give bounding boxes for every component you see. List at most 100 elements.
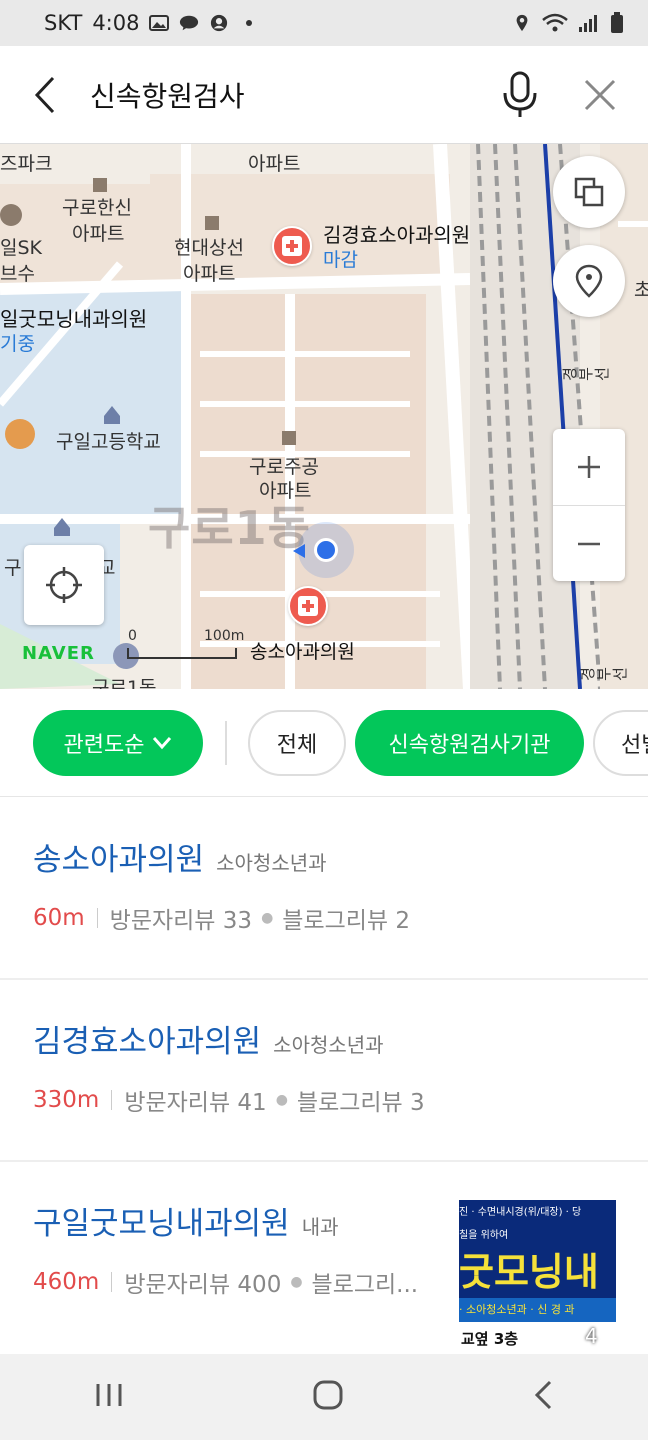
microphone-icon <box>503 71 537 117</box>
result-item[interactable]: 송소아과의원 소아청소년과 60m 방문자리뷰 33 ● 블로그리뷰 2 <box>0 798 648 980</box>
zoom-in-button[interactable] <box>553 429 625 505</box>
visitor-reviews: 방문자리뷰 400 <box>124 1272 282 1298</box>
filter-chip-screening[interactable]: 선별 <box>593 710 648 776</box>
result-distance: 460m <box>33 1269 100 1295</box>
result-name[interactable]: 구일굿모닝내과의원 <box>33 1198 290 1243</box>
map-label-iljsk: 일SK <box>0 237 43 259</box>
chip-divider <box>225 721 227 765</box>
thumb-line-3: 굿모닝내 <box>459 1246 616 1298</box>
map-label-song-clinic[interactable]: 송소아과의원 <box>250 640 355 664</box>
result-category: 소아청소년과 <box>216 851 327 875</box>
voice-search-button[interactable] <box>480 46 560 144</box>
sort-dropdown[interactable]: 관련도순 <box>33 710 203 776</box>
map-label-guil-goodmorning[interactable]: 일굿모닝내과의원 <box>0 307 147 331</box>
back-nav-button[interactable] <box>532 1379 554 1415</box>
map-label-guil-highschool: 구일고등학교 <box>56 431 161 453</box>
clear-search-button[interactable] <box>560 46 640 144</box>
map-label-hyundai: 현대상선 <box>174 237 244 259</box>
divider <box>96 908 98 928</box>
hospital-cross-icon <box>282 236 302 256</box>
recent-apps-button[interactable] <box>94 1382 124 1412</box>
map-label-bottom-partial: 구로1동 <box>92 677 157 689</box>
talk-icon <box>180 15 199 31</box>
map-label-bs: 브수 <box>0 263 35 285</box>
thumb-line-2: 칠을 위하여 <box>459 1226 616 1246</box>
map-label-hyundai-apt: 아파트 <box>183 263 236 285</box>
my-location-button[interactable] <box>24 545 104 625</box>
blog-reviews: 블로그리뷰 2 <box>282 908 411 934</box>
scale-distance: 100m <box>204 628 245 644</box>
result-category: 내과 <box>301 1215 339 1239</box>
map-label-gimkyunghyo[interactable]: 김경효소아과의원 <box>323 223 470 247</box>
clock: 4:08 <box>92 11 140 35</box>
map-label-right-edge: 초 <box>634 279 648 301</box>
notification-dot-icon <box>246 20 253 26</box>
recent-apps-icon <box>96 1384 122 1406</box>
scale-zero: 0 <box>128 628 137 644</box>
photo-count: 4 <box>585 1324 598 1348</box>
thumb-line-1: 진 · 수면내시경(위/대장) · 당 <box>459 1200 616 1226</box>
minus-icon <box>578 542 600 545</box>
thumb-line-4: · 소아청소년과 · 신 경 과 <box>459 1298 616 1322</box>
map-view[interactable]: 아파트 즈파크 구로한신 아파트 현대상선 아파트 일SK 브수 김경효소아과의… <box>0 144 648 689</box>
zoom-controls <box>553 429 625 581</box>
home-button[interactable] <box>312 1379 344 1415</box>
gallery-icon <box>149 15 170 31</box>
map-pin-icon <box>575 264 603 298</box>
blog-reviews: 블로그리뷰 3 <box>296 1090 425 1116</box>
home-icon <box>313 1380 343 1410</box>
search-input[interactable]: 신속항원검사 <box>90 75 480 115</box>
system-nav-bar <box>0 1354 648 1440</box>
back-arrow-icon <box>534 1380 552 1410</box>
naver-logo: NAVER <box>22 643 95 664</box>
result-distance: 330m <box>33 1087 100 1113</box>
zoom-out-button[interactable] <box>553 505 625 581</box>
divider <box>111 1272 113 1292</box>
hospital-cross-icon <box>298 596 318 616</box>
scale-bar: 0 100m <box>126 628 246 660</box>
filter-chip-category[interactable]: 신속항원검사기관 <box>355 710 584 776</box>
wifi-icon <box>542 13 568 32</box>
location-icon <box>516 14 528 32</box>
result-name[interactable]: 송소아과의원 <box>33 834 204 879</box>
filter-chips: 관련도순 전체 신속항원검사기관 선별 <box>0 689 648 797</box>
battery-icon <box>611 12 623 33</box>
search-bar: 신속항원검사 <box>0 46 648 144</box>
plus-icon <box>578 456 600 478</box>
status-bar: SKT 4:08 <box>0 0 648 46</box>
close-icon <box>584 79 616 110</box>
account-icon <box>211 14 228 32</box>
result-item[interactable]: 구일굿모닝내과의원 내과 460m 방문자리뷰 400 ● 블로그리... 진 … <box>0 1162 648 1356</box>
map-label-guro-hansin: 구로한신 <box>62 197 132 219</box>
map-label-apartment: 아파트 <box>248 153 301 175</box>
result-thumbnail[interactable]: 진 · 수면내시경(위/대장) · 당 칠을 위하여 굿모닝내 · 소아청소년과… <box>459 1200 616 1356</box>
sort-label: 관련도순 <box>63 733 145 758</box>
carrier: SKT <box>44 11 83 35</box>
filter-chip-all[interactable]: 전체 <box>248 710 346 776</box>
map-district-label: 구로1동 <box>148 501 311 555</box>
hospital-pin-gimkyunghyo[interactable] <box>272 226 312 266</box>
map-label-guil-goodmorning-status: 기중 <box>0 333 35 355</box>
result-name[interactable]: 김경효소아과의원 <box>33 1016 261 1061</box>
back-button[interactable] <box>0 46 90 144</box>
map-label-park: 즈파크 <box>0 153 53 175</box>
location-dot <box>314 538 338 562</box>
current-location-marker <box>298 522 354 578</box>
map-label-guro-jugong: 구로주공 <box>249 456 319 478</box>
chevron-down-icon <box>153 737 172 750</box>
result-item[interactable]: 김경효소아과의원 소아청소년과 330m 방문자리뷰 41 ● 블로그리뷰 3 <box>0 980 648 1162</box>
visitor-reviews: 방문자리뷰 41 <box>124 1090 267 1116</box>
signal-icon <box>579 15 597 32</box>
visitor-reviews: 방문자리뷰 33 <box>109 908 253 934</box>
dot-separator: ● <box>275 1092 288 1108</box>
hospital-pin-song[interactable] <box>288 586 328 626</box>
dot-separator: ● <box>290 1274 303 1290</box>
layers-button[interactable] <box>553 156 625 228</box>
results-list: 송소아과의원 소아청소년과 60m 방문자리뷰 33 ● 블로그리뷰 2 김경효… <box>0 798 648 1356</box>
scale-line <box>127 648 237 659</box>
result-distance: 60m <box>33 905 85 931</box>
layers-icon <box>574 177 604 207</box>
crosshair-icon <box>46 567 82 603</box>
map-label-guro-hansin-apt: 아파트 <box>72 223 125 245</box>
map-pin-button[interactable] <box>553 245 625 317</box>
